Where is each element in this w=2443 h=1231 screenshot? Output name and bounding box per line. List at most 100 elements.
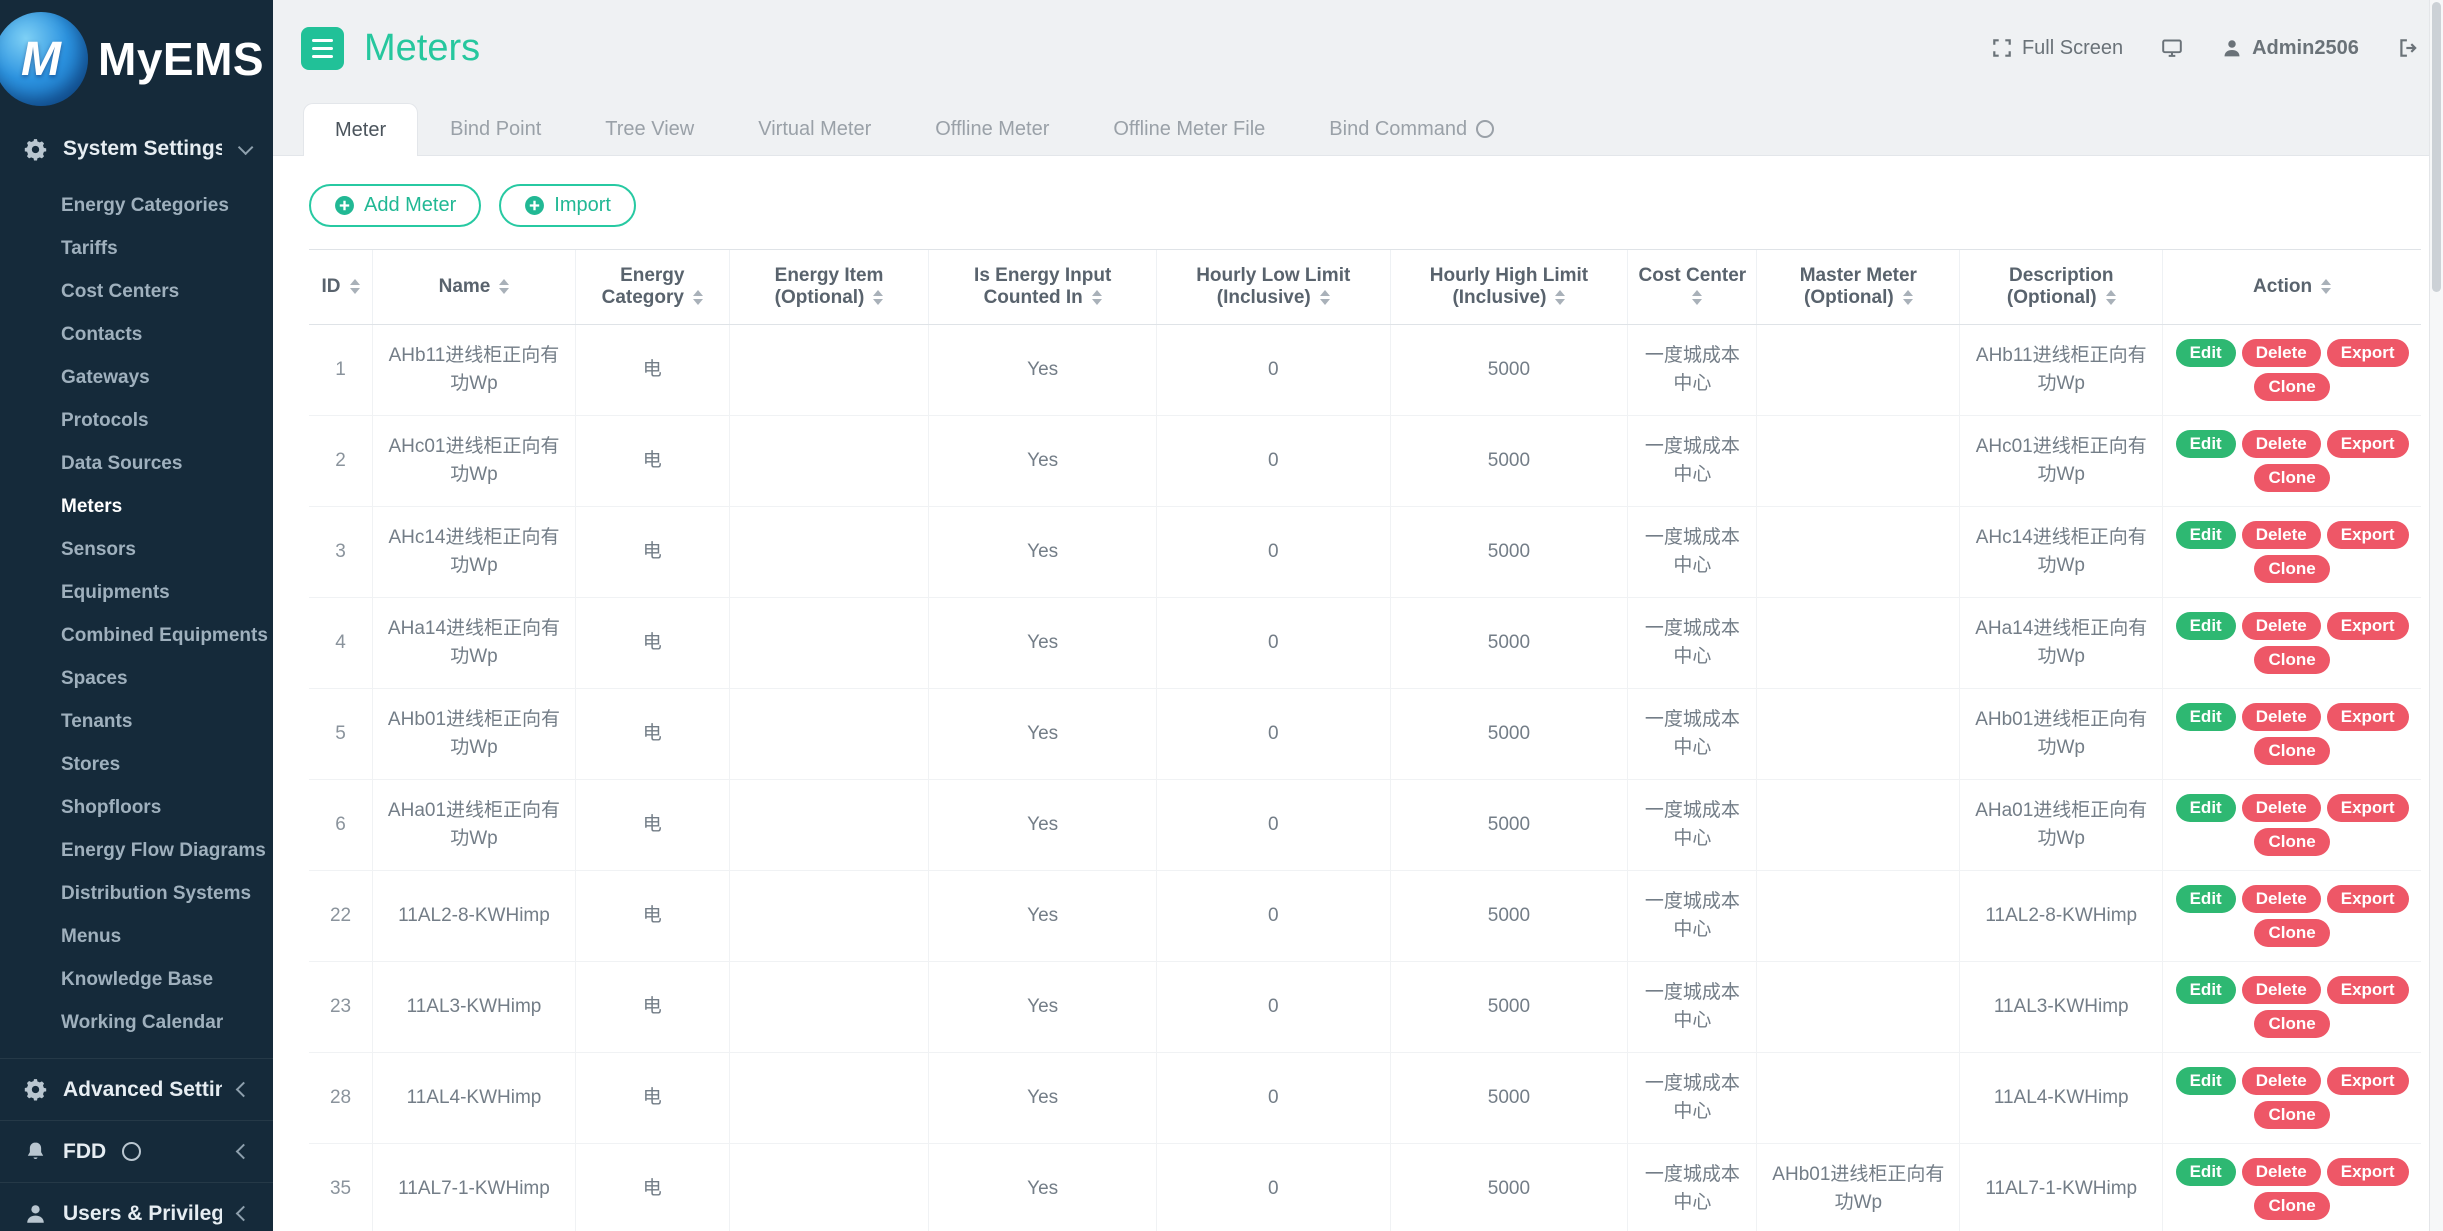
clone-button[interactable]: Clone — [2254, 464, 2329, 492]
export-button[interactable]: Export — [2327, 430, 2409, 458]
sidebar-section-users-privileges[interactable]: Users & Privileges — [0, 1182, 273, 1231]
sidebar-item-energy-categories[interactable]: Energy Categories — [0, 184, 273, 227]
column-header-name[interactable]: Name — [373, 250, 576, 325]
column-header-energy-category[interactable]: Energy Category — [575, 250, 729, 325]
sort-icon[interactable] — [1555, 290, 1565, 305]
sidebar-toggle-button[interactable] — [301, 27, 344, 70]
sort-icon[interactable] — [350, 279, 360, 294]
sidebar-item-spaces[interactable]: Spaces — [0, 657, 273, 700]
edit-button[interactable]: Edit — [2176, 1067, 2236, 1095]
clone-button[interactable]: Clone — [2254, 919, 2329, 947]
edit-button[interactable]: Edit — [2176, 794, 2236, 822]
export-button[interactable]: Export — [2327, 521, 2409, 549]
sort-icon[interactable] — [1320, 290, 1330, 305]
sort-icon[interactable] — [1903, 290, 1913, 305]
sidebar-item-cost-centers[interactable]: Cost Centers — [0, 270, 273, 313]
clone-button[interactable]: Clone — [2254, 555, 2329, 583]
delete-button[interactable]: Delete — [2242, 976, 2321, 1004]
edit-button[interactable]: Edit — [2176, 703, 2236, 731]
edit-button[interactable]: Edit — [2176, 521, 2236, 549]
clone-button[interactable]: Clone — [2254, 1010, 2329, 1038]
sidebar-section-advanced-settings[interactable]: Advanced Settings — [0, 1058, 273, 1120]
column-header-master-meter-optional[interactable]: Master Meter (Optional) — [1757, 250, 1960, 325]
sidebar-item-equipments[interactable]: Equipments — [0, 571, 273, 614]
edit-button[interactable]: Edit — [2176, 430, 2236, 458]
clone-button[interactable]: Clone — [2254, 1192, 2329, 1220]
delete-button[interactable]: Delete — [2242, 703, 2321, 731]
tab-offline-meter[interactable]: Offline Meter — [903, 102, 1081, 155]
sidebar-item-protocols[interactable]: Protocols — [0, 399, 273, 442]
sort-icon[interactable] — [693, 290, 703, 305]
sort-icon[interactable] — [1692, 290, 1702, 305]
export-button[interactable]: Export — [2327, 1067, 2409, 1095]
column-header-action[interactable]: Action — [2163, 250, 2421, 325]
tab-bind-command[interactable]: Bind Command — [1297, 102, 1526, 155]
sidebar-section-fdd[interactable]: FDD — [0, 1120, 273, 1182]
export-button[interactable]: Export — [2327, 885, 2409, 913]
export-button[interactable]: Export — [2327, 976, 2409, 1004]
column-header-hourly-high-limit-inclusive[interactable]: Hourly High Limit (Inclusive) — [1390, 250, 1628, 325]
sort-icon[interactable] — [2106, 290, 2116, 305]
edit-button[interactable]: Edit — [2176, 976, 2236, 1004]
column-header-hourly-low-limit-inclusive[interactable]: Hourly Low Limit (Inclusive) — [1156, 250, 1390, 325]
export-button[interactable]: Export — [2327, 703, 2409, 731]
sort-icon[interactable] — [873, 290, 883, 305]
tab-bind-point[interactable]: Bind Point — [418, 102, 573, 155]
delete-button[interactable]: Delete — [2242, 794, 2321, 822]
brand[interactable]: M MyEMS — [0, 0, 273, 118]
clone-button[interactable]: Clone — [2254, 1101, 2329, 1129]
sidebar-item-tenants[interactable]: Tenants — [0, 700, 273, 743]
delete-button[interactable]: Delete — [2242, 885, 2321, 913]
sort-icon[interactable] — [1092, 290, 1102, 305]
export-button[interactable]: Export — [2327, 794, 2409, 822]
monitor-button[interactable] — [2161, 37, 2183, 59]
user-menu[interactable]: Admin2506 — [2221, 37, 2359, 60]
clone-button[interactable]: Clone — [2254, 646, 2329, 674]
tab-tree-view[interactable]: Tree View — [573, 102, 726, 155]
column-header-energy-item-optional[interactable]: Energy Item (Optional) — [729, 250, 929, 325]
column-header-description-optional[interactable]: Description (Optional) — [1960, 250, 2163, 325]
vertical-scrollbar[interactable] — [2429, 0, 2443, 1231]
sidebar-item-knowledge-base[interactable]: Knowledge Base — [0, 958, 273, 1001]
export-button[interactable]: Export — [2327, 1158, 2409, 1186]
sidebar-item-data-sources[interactable]: Data Sources — [0, 442, 273, 485]
delete-button[interactable]: Delete — [2242, 521, 2321, 549]
sidebar-item-energy-flow-diagrams[interactable]: Energy Flow Diagrams — [0, 829, 273, 872]
sort-icon[interactable] — [499, 279, 509, 294]
sidebar-item-tariffs[interactable]: Tariffs — [0, 227, 273, 270]
delete-button[interactable]: Delete — [2242, 430, 2321, 458]
tab-offline-meter-file[interactable]: Offline Meter File — [1081, 102, 1297, 155]
sidebar-item-stores[interactable]: Stores — [0, 743, 273, 786]
export-button[interactable]: Export — [2327, 339, 2409, 367]
column-header-id[interactable]: ID — [309, 250, 373, 325]
sidebar-item-menus[interactable]: Menus — [0, 915, 273, 958]
sidebar-item-distribution-systems[interactable]: Distribution Systems — [0, 872, 273, 915]
sidebar-item-gateways[interactable]: Gateways — [0, 356, 273, 399]
sidebar-item-shopfloors[interactable]: Shopfloors — [0, 786, 273, 829]
sidebar-item-working-calendar[interactable]: Working Calendar — [0, 1001, 273, 1044]
export-button[interactable]: Export — [2327, 612, 2409, 640]
import-button[interactable]: Import — [499, 184, 636, 227]
edit-button[interactable]: Edit — [2176, 885, 2236, 913]
sidebar-item-contacts[interactable]: Contacts — [0, 313, 273, 356]
column-header-is-energy-input-counted-in[interactable]: Is Energy Input Counted In — [929, 250, 1156, 325]
edit-button[interactable]: Edit — [2176, 1158, 2236, 1186]
sidebar-item-sensors[interactable]: Sensors — [0, 528, 273, 571]
edit-button[interactable]: Edit — [2176, 339, 2236, 367]
delete-button[interactable]: Delete — [2242, 1158, 2321, 1186]
full-screen-button[interactable]: Full Screen — [1991, 37, 2123, 60]
edit-button[interactable]: Edit — [2176, 612, 2236, 640]
delete-button[interactable]: Delete — [2242, 339, 2321, 367]
clone-button[interactable]: Clone — [2254, 737, 2329, 765]
delete-button[interactable]: Delete — [2242, 612, 2321, 640]
delete-button[interactable]: Delete — [2242, 1067, 2321, 1095]
sidebar-item-combined-equipments[interactable]: Combined Equipments — [0, 614, 273, 657]
scrollbar-thumb[interactable] — [2432, 2, 2441, 292]
sort-icon[interactable] — [2321, 279, 2331, 294]
tab-virtual-meter[interactable]: Virtual Meter — [726, 102, 903, 155]
clone-button[interactable]: Clone — [2254, 828, 2329, 856]
tab-meter[interactable]: Meter — [303, 103, 418, 156]
clone-button[interactable]: Clone — [2254, 373, 2329, 401]
column-header-cost-center[interactable]: Cost Center — [1628, 250, 1757, 325]
sidebar-item-meters[interactable]: Meters — [0, 485, 273, 528]
